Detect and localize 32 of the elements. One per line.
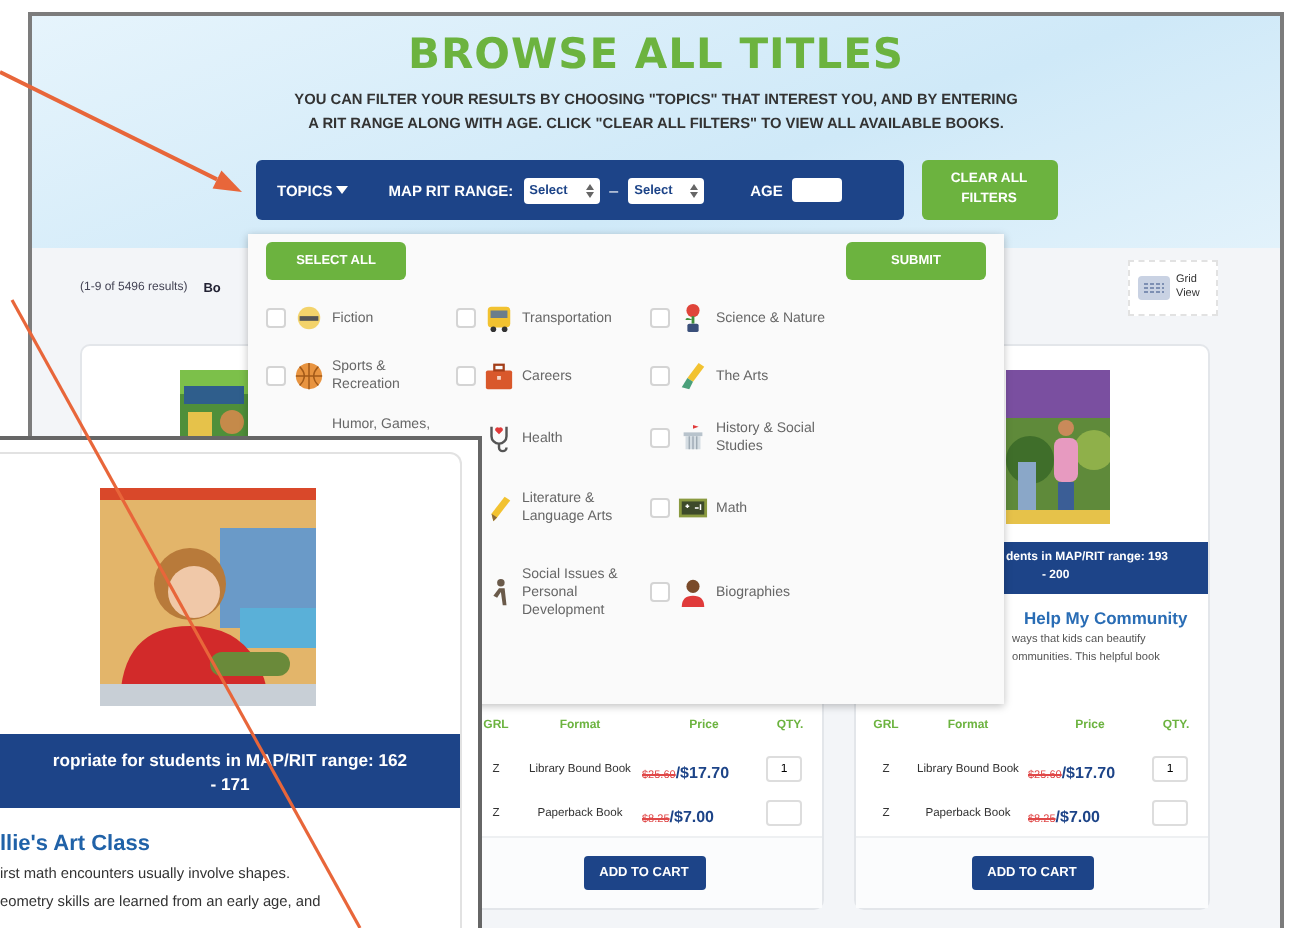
page-title: BROWSE ALL TITLES xyxy=(407,28,905,82)
updown-icon xyxy=(585,183,594,197)
basketball-icon xyxy=(294,360,324,392)
book-title: llie's Art Class xyxy=(0,832,152,856)
quantity-field[interactable] xyxy=(1152,800,1188,827)
sale-price: /$7.00 xyxy=(1055,807,1101,826)
paintbrush-icon xyxy=(678,360,708,392)
checkbox[interactable] xyxy=(650,366,670,386)
rit-range-text: - 171 xyxy=(210,771,250,795)
bus-icon xyxy=(484,302,514,334)
sale-price: /$7.00 xyxy=(669,807,715,826)
checkbox[interactable] xyxy=(650,582,670,602)
column-icon xyxy=(678,422,708,454)
quantity-field[interactable] xyxy=(766,800,802,827)
checkbox[interactable] xyxy=(456,366,476,386)
checkbox[interactable] xyxy=(650,428,670,448)
book-title: Help My Community xyxy=(1022,608,1190,628)
stethoscope-icon xyxy=(484,422,514,454)
briefcase-icon xyxy=(484,360,514,392)
grid-icon xyxy=(1138,276,1170,300)
range-separator: – xyxy=(609,181,619,199)
age-field[interactable] xyxy=(792,178,843,202)
sale-price: /$17.70 xyxy=(675,763,730,782)
caret-icon xyxy=(336,186,349,194)
person-icon xyxy=(678,576,708,608)
checkbox[interactable] xyxy=(266,366,286,386)
checkbox[interactable] xyxy=(650,308,670,328)
sale-price: /$17.70 xyxy=(1061,763,1116,782)
checkbox[interactable] xyxy=(650,498,670,518)
checkbox[interactable] xyxy=(456,308,476,328)
checkbox[interactable] xyxy=(266,308,286,328)
updown-icon xyxy=(690,183,699,197)
